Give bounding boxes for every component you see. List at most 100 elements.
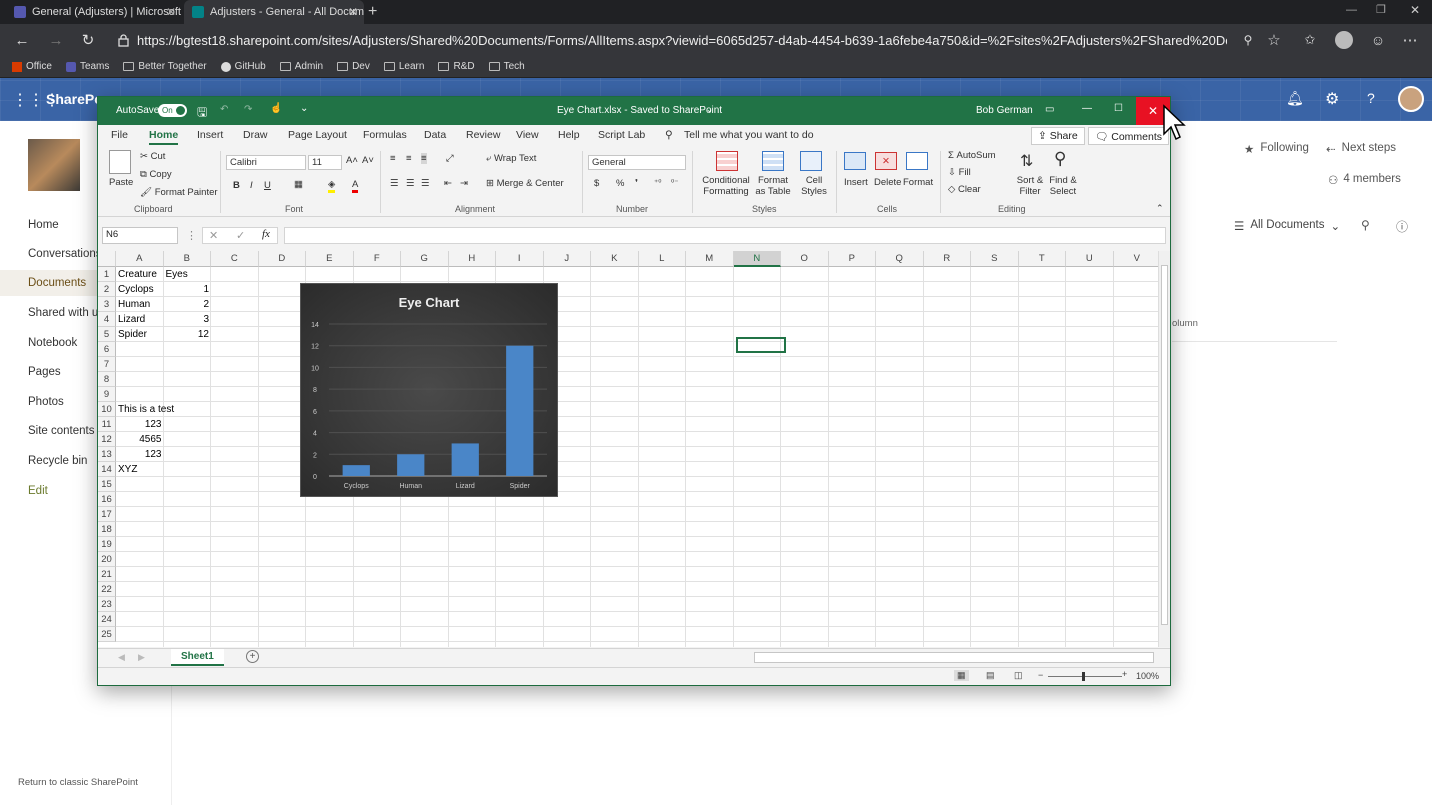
row-header[interactable]: 17 bbox=[98, 507, 116, 522]
column-header-h[interactable]: H bbox=[448, 251, 496, 267]
tab-help[interactable]: Help bbox=[558, 129, 580, 141]
merge-center-button[interactable]: ⊞ Merge & Center bbox=[486, 178, 564, 189]
font-color-icon[interactable]: A bbox=[352, 179, 359, 193]
column-header-l[interactable]: L bbox=[638, 251, 686, 267]
ribbon-display-icon[interactable]: ▭ bbox=[1045, 104, 1054, 115]
align-left-icon[interactable]: ☰ bbox=[390, 178, 399, 189]
wrap-text-button[interactable]: ⤶ Wrap Text bbox=[486, 153, 536, 164]
row-header[interactable]: 22 bbox=[98, 582, 116, 597]
tab-page-layout[interactable]: Page Layout bbox=[288, 129, 347, 141]
align-top-icon[interactable]: ≡ bbox=[390, 153, 396, 164]
decrease-decimal-icon[interactable]: ⁰⁻ bbox=[671, 178, 678, 187]
browser-tab-sharepoint[interactable]: Adjusters - General - All Docume ✕ bbox=[184, 0, 364, 24]
cell-styles-button[interactable]: Cell Styles bbox=[798, 175, 830, 197]
help-icon[interactable]: ? bbox=[1367, 90, 1375, 106]
tab-formulas[interactable]: Formulas bbox=[363, 129, 407, 141]
sheet-tab-sheet1[interactable]: Sheet1 bbox=[171, 649, 224, 666]
copy-button[interactable]: ⧉ Copy bbox=[140, 169, 172, 180]
row-header[interactable]: 14 bbox=[98, 462, 116, 477]
bookmark-learn[interactable]: Learn bbox=[383, 61, 424, 72]
minimize-window-icon[interactable]: — bbox=[1346, 4, 1357, 16]
cell[interactable]: XYZ bbox=[116, 462, 139, 477]
cell[interactable]: 3 bbox=[164, 312, 212, 327]
select-all-corner[interactable] bbox=[98, 251, 116, 267]
format-cells-icon[interactable] bbox=[906, 152, 928, 170]
following-button[interactable]: ★ Following bbox=[1244, 142, 1309, 156]
insert-cells-icon[interactable] bbox=[844, 152, 866, 170]
number-format-select[interactable]: General bbox=[588, 155, 686, 170]
share-button[interactable]: ⇪ Share bbox=[1031, 127, 1085, 145]
horizontal-scrollbar[interactable] bbox=[754, 652, 1154, 663]
back-icon[interactable]: ← bbox=[12, 30, 32, 50]
row-header[interactable]: 9 bbox=[98, 387, 116, 402]
nav-item-home[interactable]: Home bbox=[28, 219, 59, 231]
name-box[interactable]: N6 bbox=[102, 227, 178, 244]
cell[interactable]: Cyclops bbox=[116, 282, 156, 297]
autosave-toggle[interactable]: On bbox=[158, 104, 187, 117]
search-icon[interactable]: ⚲ bbox=[665, 129, 673, 141]
column-header-n[interactable]: N bbox=[733, 251, 781, 267]
borders-icon[interactable]: ▦ bbox=[294, 179, 303, 190]
url-field[interactable]: https://bgtest18.sharepoint.com/sites/Ad… bbox=[118, 28, 1230, 52]
row-header[interactable]: 15 bbox=[98, 477, 116, 492]
tab-data[interactable]: Data bbox=[424, 129, 446, 141]
close-tab-icon[interactable]: ✕ bbox=[166, 5, 176, 19]
bar-cyclops[interactable] bbox=[342, 465, 370, 476]
sort-filter-button[interactable]: Sort & Filter bbox=[1013, 175, 1047, 197]
info-icon[interactable]: ⓘ bbox=[1396, 218, 1408, 235]
paste-button[interactable]: Paste bbox=[109, 177, 133, 188]
insert-button[interactable]: Insert bbox=[844, 177, 868, 188]
align-right-icon[interactable]: ☰ bbox=[421, 178, 430, 189]
bar-lizard[interactable] bbox=[451, 443, 479, 476]
format-button[interactable]: Format bbox=[903, 177, 933, 188]
column-header-p[interactable]: P bbox=[828, 251, 876, 267]
filter-icon[interactable]: ⚲ bbox=[1361, 218, 1370, 232]
normal-view-icon[interactable]: ▦ bbox=[954, 670, 969, 681]
column-header-v[interactable]: V bbox=[1113, 251, 1158, 267]
save-icon[interactable]: 🖫 bbox=[197, 103, 207, 124]
delete-cells-icon[interactable]: ✕ bbox=[875, 152, 897, 170]
tab-home[interactable]: Home bbox=[149, 129, 179, 145]
column-header-d[interactable]: D bbox=[258, 251, 306, 267]
autosum-button[interactable]: Σ AutoSum bbox=[948, 150, 996, 161]
more-menu-icon[interactable]: ⋯ bbox=[1400, 30, 1420, 50]
increase-decimal-icon[interactable]: ⁺⁰ bbox=[654, 178, 661, 187]
notification-bell-icon[interactable]: 🔔︎ bbox=[1286, 90, 1304, 107]
row-header[interactable]: 21 bbox=[98, 567, 116, 582]
profile-avatar[interactable] bbox=[1334, 30, 1354, 50]
tell-me-field[interactable]: Tell me what you want to do bbox=[684, 129, 814, 141]
eye-chart[interactable]: Eye Chart 0 2 4 6 8 10 12 14 Cyclops Human Lizard Sp… bbox=[300, 283, 558, 497]
row-header[interactable]: 8 bbox=[98, 372, 116, 387]
tab-review[interactable]: Review bbox=[466, 129, 500, 141]
row-header[interactable]: 6 bbox=[98, 342, 116, 357]
currency-icon[interactable]: $ bbox=[594, 178, 599, 189]
align-bottom-icon[interactable]: ≡ bbox=[421, 153, 427, 164]
fill-button[interactable]: ⇩ Fill bbox=[948, 167, 971, 178]
page-break-icon[interactable]: ◫ bbox=[1014, 670, 1023, 681]
tab-draw[interactable]: Draw bbox=[243, 129, 268, 141]
user-avatar[interactable] bbox=[1398, 86, 1424, 112]
row-header[interactable]: 10 bbox=[98, 402, 116, 417]
close-window-icon[interactable]: ✕ bbox=[1410, 3, 1420, 17]
column-header-u[interactable]: U bbox=[1066, 251, 1114, 267]
undo-icon[interactable]: ↶ bbox=[220, 104, 228, 115]
format-painter-button[interactable]: 🖌︎ Format Painter bbox=[140, 187, 218, 198]
bold-icon[interactable]: B bbox=[233, 180, 240, 191]
new-tab-icon[interactable]: + bbox=[368, 3, 377, 21]
emoji-icon[interactable]: ☺ bbox=[1368, 30, 1388, 50]
row-header[interactable]: 24 bbox=[98, 612, 116, 627]
format-table-icon[interactable] bbox=[762, 151, 784, 171]
column-header-q[interactable]: Q bbox=[876, 251, 924, 267]
scroll-right-icon[interactable]: ▶ bbox=[138, 652, 145, 663]
cell[interactable]: Eyes bbox=[164, 267, 190, 282]
bookmark-dev[interactable]: Dev bbox=[337, 61, 370, 72]
next-steps-button[interactable]: ⇠ Next steps bbox=[1326, 142, 1396, 156]
column-header-b[interactable]: B bbox=[163, 251, 211, 267]
column-header-k[interactable]: K bbox=[591, 251, 639, 267]
find-icon[interactable]: ⚲ bbox=[1054, 149, 1066, 169]
delete-button[interactable]: Delete bbox=[874, 177, 901, 188]
enter-icon[interactable]: ✓ bbox=[236, 229, 245, 242]
page-layout-icon[interactable]: ▤ bbox=[986, 670, 995, 681]
row-header[interactable]: 11 bbox=[98, 417, 116, 432]
italic-icon[interactable]: I bbox=[250, 180, 253, 191]
